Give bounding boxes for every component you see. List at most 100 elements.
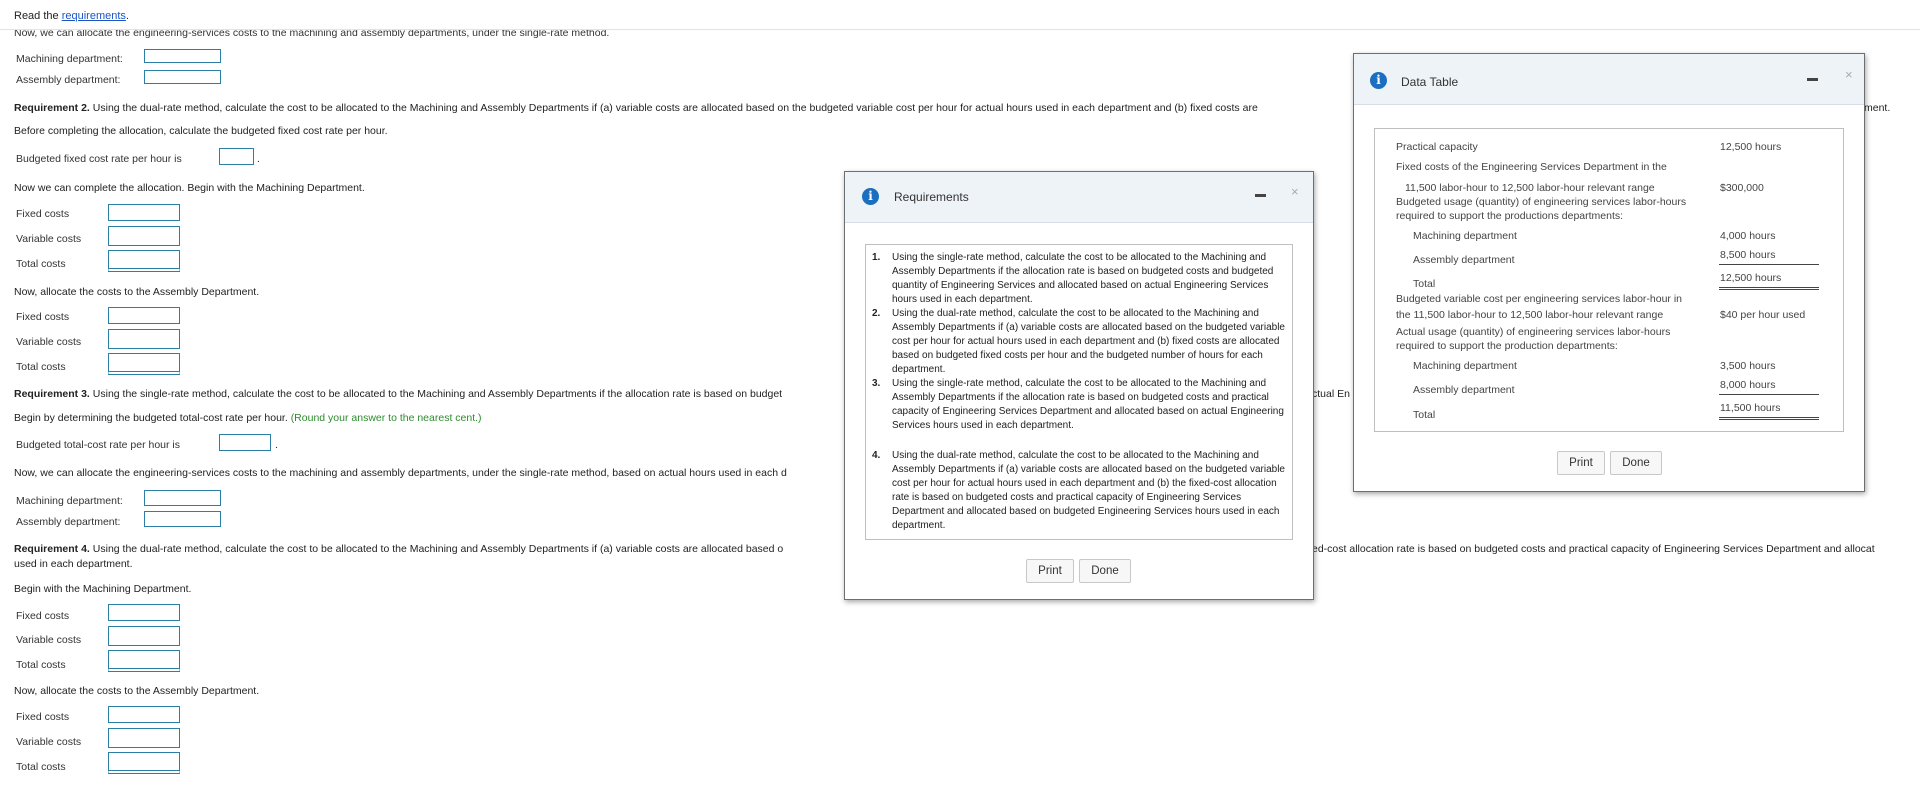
read-suffix: . <box>125 10 129 22</box>
budgeted-fixed-rate-label: Budgeted fixed cost rate per hour is <box>16 153 182 165</box>
print-button[interactable]: Print <box>1557 451 1605 475</box>
req1-machining-input[interactable] <box>144 49 221 63</box>
done-button[interactable]: Done <box>1079 559 1131 583</box>
read-prefix: Read the <box>14 10 62 22</box>
info-icon: i <box>862 188 879 205</box>
req2-assembly-total-label: Total costs <box>16 361 66 373</box>
requirement-item-1: 1. Using the single-rate method, calcula… <box>866 251 1286 307</box>
single-rate-actual-text: Now, we can allocate the engineering-ser… <box>14 467 787 479</box>
budgeted-total-rate-label: Budgeted total-cost rate per hour is <box>16 439 181 451</box>
round-note: (Round your answer to the nearest cent.) <box>290 412 482 424</box>
close-icon[interactable]: × <box>1291 184 1299 199</box>
req4-assembly-total-input[interactable] <box>108 752 180 774</box>
budgeted-total-rate-input[interactable] <box>219 434 271 451</box>
actual-total-label: Total <box>1413 409 1436 421</box>
close-icon[interactable]: × <box>1845 67 1853 82</box>
done-button[interactable]: Done <box>1610 451 1662 475</box>
minimize-icon[interactable] <box>1807 78 1818 81</box>
req2-assembly-variable-label: Variable costs <box>16 336 82 348</box>
req2-machining-total-input[interactable] <box>108 250 180 272</box>
requirements-dialog-title: Requirements <box>894 190 969 204</box>
begin-budgeted-total-text: Begin by determining the budgeted total-… <box>14 412 482 424</box>
before-completing-text: Before completing the allocation, calcul… <box>14 125 388 137</box>
requirement-number: 2. <box>872 308 881 319</box>
begin-machining-text: Begin with the Machining Department. <box>14 583 192 595</box>
req3-title: Requirement 3. <box>14 388 90 400</box>
machining-department-label: Machining department: <box>16 53 123 65</box>
req4-machining-fixed-input[interactable] <box>108 604 180 621</box>
req3-text: Using the single-rate method, calculate … <box>89 388 783 400</box>
requirement-item-4: 4. Using the dual-rate method, calculate… <box>866 449 1286 533</box>
period-2: . <box>275 439 278 451</box>
req4-title: Requirement 4. <box>14 543 90 555</box>
requirement-3-heading: Requirement 3. Using the single-rate met… <box>14 388 844 400</box>
requirement-text: Using the dual-rate method, calculate th… <box>892 308 1285 375</box>
req4-line2: used in each department. <box>14 558 133 570</box>
req4-machining-total-label: Total costs <box>16 659 66 671</box>
req2-assembly-total-input[interactable] <box>108 353 180 375</box>
budget-assembly-label: Assembly department <box>1413 254 1515 266</box>
fixed-costs-label-line1: Fixed costs of the Engineering Services … <box>1396 161 1667 173</box>
req4-assembly-variable-input[interactable] <box>108 728 180 748</box>
data-table-dialog-header: i Data Table × <box>1354 54 1864 105</box>
requirement-item-3: 3. Using the single-rate method, calcula… <box>866 377 1286 447</box>
budgeted-fixed-rate-input[interactable] <box>219 148 254 165</box>
req2-machining-fixed-label: Fixed costs <box>16 208 70 220</box>
assembly-department-label: Assembly department: <box>16 74 121 86</box>
req3-assembly-input[interactable] <box>144 511 221 527</box>
fixed-costs-label-line2: 11,500 labor-hour to 12,500 labor-hour r… <box>1405 182 1655 194</box>
req2-assembly-fixed-label: Fixed costs <box>16 311 70 323</box>
req4-machining-variable-input[interactable] <box>108 626 180 646</box>
budget-machining-label: Machining department <box>1413 230 1517 242</box>
practical-capacity-value: 12,500 hours <box>1720 141 1782 153</box>
read-requirements-line: Read the requirements. <box>14 10 129 22</box>
header-divider <box>0 29 1920 30</box>
actual-usage-label-line1: Actual usage (quantity) of engineering s… <box>1396 326 1671 338</box>
req4-machining-fixed-label: Fixed costs <box>16 610 70 622</box>
requirement-item-2: 2. Using the dual-rate method, calculate… <box>866 307 1286 377</box>
print-button[interactable]: Print <box>1026 559 1074 583</box>
actual-total-double-rule <box>1719 417 1819 420</box>
requirement-text: Using the dual-rate method, calculate th… <box>892 450 1285 531</box>
req2-tail-text: ment. <box>1864 102 1891 114</box>
budgeted-variable-label-line1: Budgeted variable cost per engineering s… <box>1396 293 1683 305</box>
req1-assembly-input[interactable] <box>144 70 221 84</box>
req2-machining-variable-input[interactable] <box>108 226 180 246</box>
requirement-text: Using the single-rate method, calculate … <box>892 378 1284 431</box>
requirements-link[interactable]: requirements <box>62 10 126 22</box>
actual-machining-label: Machining department <box>1413 360 1517 372</box>
requirement-number: 1. <box>872 252 881 263</box>
allocate-assembly-text-2: Now, allocate the costs to the Assembly … <box>14 685 260 697</box>
req4-assembly-variable-label: Variable costs <box>16 736 82 748</box>
req2-assembly-variable-input[interactable] <box>108 329 180 349</box>
data-table-dialog-title: Data Table <box>1401 75 1459 89</box>
req4-machining-variable-label: Variable costs <box>16 634 82 646</box>
req4-machining-total-input[interactable] <box>108 650 180 672</box>
req2-title: Requirement 2. <box>14 102 90 114</box>
actual-machining-value: 3,500 hours <box>1720 360 1776 372</box>
allocate-assembly-text-1: Now, allocate the costs to the Assembly … <box>14 286 260 298</box>
req4-assembly-fixed-input[interactable] <box>108 706 180 723</box>
req3-tail-text: ctual En <box>1312 388 1350 400</box>
requirement-text: Using the single-rate method, calculate … <box>892 252 1274 305</box>
req4-tail-text: ed-cost allocation rate is based on budg… <box>1312 543 1875 555</box>
requirements-dialog-header: i Requirements × <box>845 172 1313 223</box>
data-table-dialog: i Data Table × Practical capacity 12,500… <box>1353 53 1865 492</box>
budgeted-variable-label-line2: the 11,500 labor-hour to 12,500 labor-ho… <box>1396 309 1664 321</box>
req2-assembly-fixed-input[interactable] <box>108 307 180 324</box>
req2-machining-fixed-input[interactable] <box>108 204 180 221</box>
req3-machining-input[interactable] <box>144 490 221 506</box>
requirement-number: 3. <box>872 378 881 389</box>
actual-usage-label-line2: required to support the production depar… <box>1396 340 1618 352</box>
req2-text: Using the dual-rate method, calculate th… <box>89 102 1258 114</box>
period-1: . <box>257 153 260 165</box>
requirement-number: 4. <box>872 450 881 461</box>
begin-budgeted-total: Begin by determining the budgeted total-… <box>14 412 291 424</box>
budgeted-usage-label-line2: required to support the productions depa… <box>1396 210 1624 222</box>
actual-subtotal-rule <box>1719 394 1819 395</box>
requirement-4-heading: Requirement 4. Using the dual-rate metho… <box>14 543 844 555</box>
budget-machining-value: 4,000 hours <box>1720 230 1776 242</box>
minimize-icon[interactable] <box>1255 194 1266 197</box>
info-icon: i <box>1370 72 1387 89</box>
req4-text: Using the dual-rate method, calculate th… <box>89 543 784 555</box>
